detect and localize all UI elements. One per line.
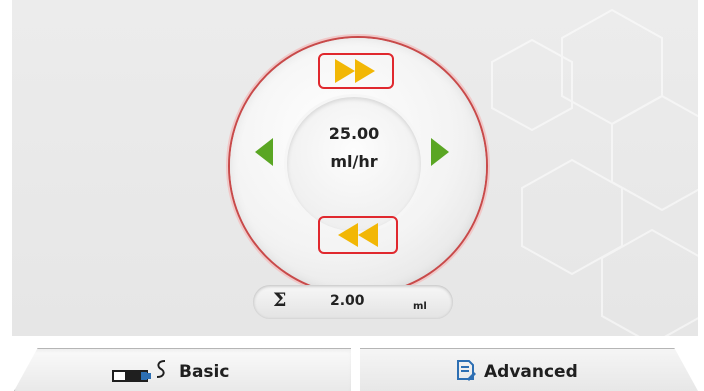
- tab-advanced[interactable]: Advanced: [360, 348, 698, 391]
- previous-button[interactable]: [255, 138, 273, 166]
- decrease-rate-button[interactable]: [318, 216, 398, 254]
- fast-rewind-icon: [338, 223, 378, 247]
- increase-rate-button[interactable]: [318, 53, 394, 89]
- tab-basic-label: Basic: [179, 362, 230, 382]
- total-volume-value: 2.00: [330, 293, 365, 309]
- total-volume-unit: ml: [413, 301, 427, 312]
- fast-forward-icon: [335, 59, 375, 83]
- rate-unit: ml/hr: [330, 152, 378, 171]
- total-volume-display: Σ 2.00 ml: [253, 285, 453, 319]
- tab-basic[interactable]: Basic: [14, 348, 351, 391]
- syringe-icon: [112, 360, 166, 382]
- rate-readout: 25.00 ml/hr: [287, 120, 421, 176]
- rate-value: 25.00: [328, 124, 380, 143]
- triangle-left-icon: [255, 138, 273, 166]
- next-button[interactable]: [431, 138, 449, 166]
- tab-advanced-label: Advanced: [484, 362, 578, 382]
- document-edit-icon: [457, 360, 476, 381]
- sigma-symbol: Σ: [273, 289, 287, 311]
- triangle-right-icon: [431, 138, 449, 166]
